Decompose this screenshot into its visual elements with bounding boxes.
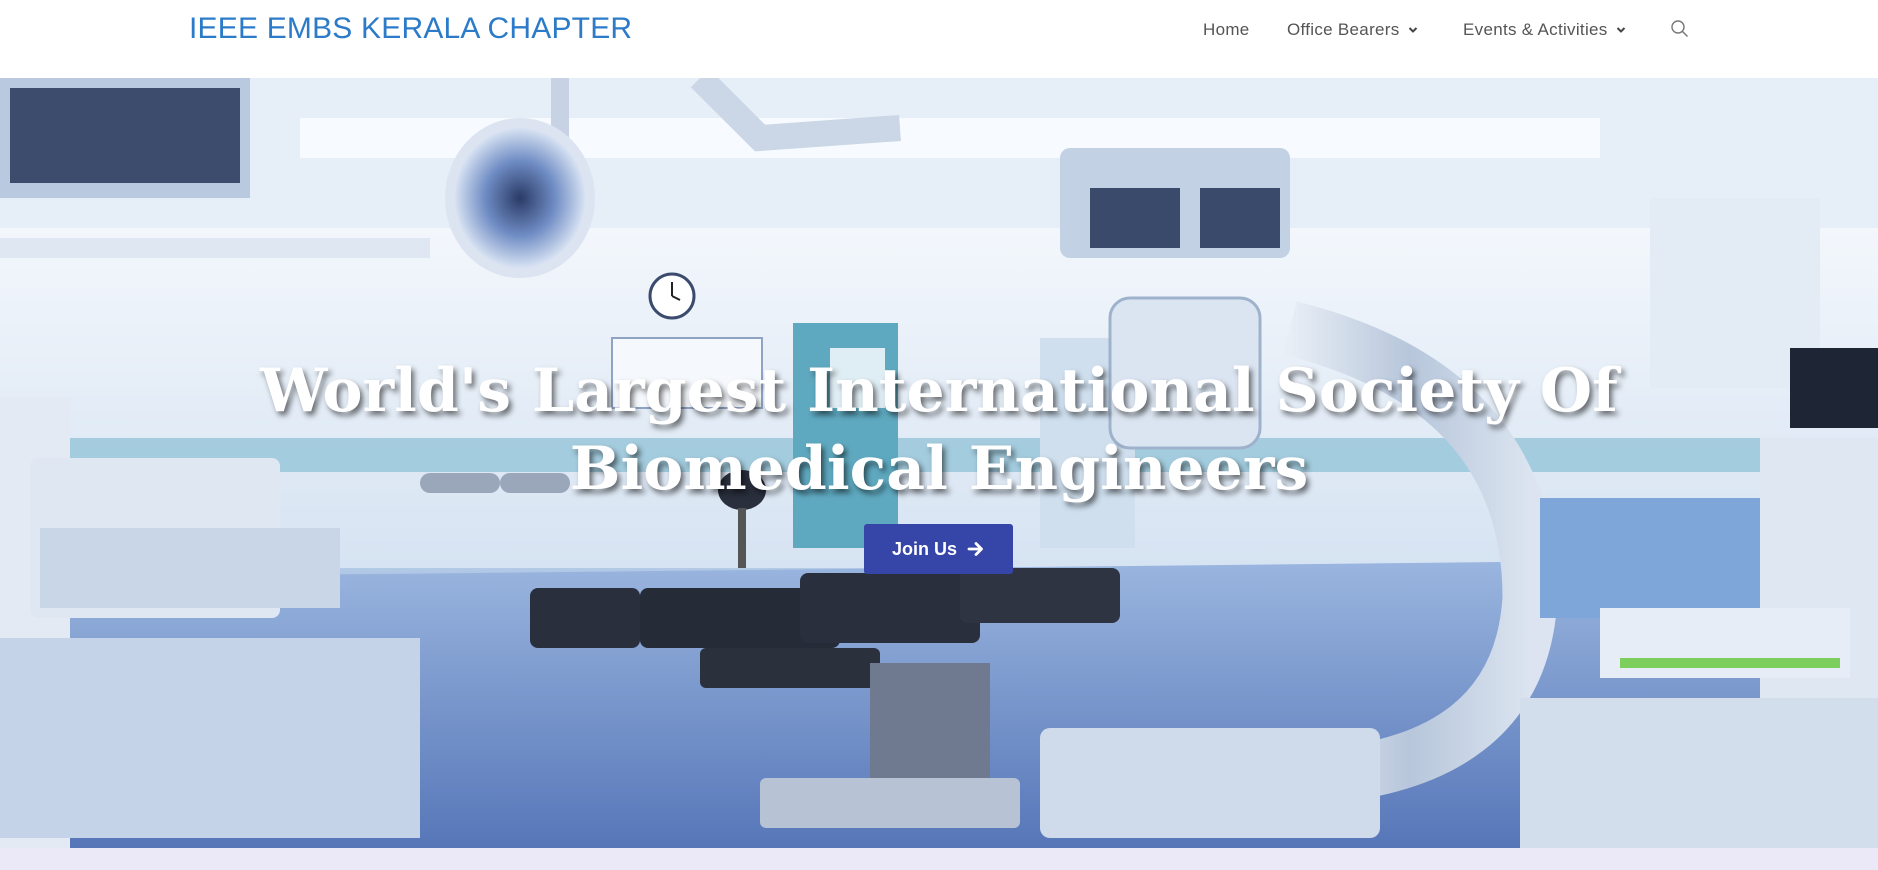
nav-office-bearers[interactable]: Office Bearers: [1287, 20, 1418, 40]
chevron-down-icon: [1408, 27, 1417, 33]
hero-title: World's Largest International Society Of…: [260, 356, 1618, 504]
nav-home[interactable]: Home: [1203, 20, 1250, 40]
nav-office-bearers-label: Office Bearers: [1287, 20, 1400, 39]
nav-events-activities[interactable]: Events & Activities: [1463, 20, 1626, 40]
arrow-right-icon: [967, 542, 983, 556]
chevron-down-icon: [1616, 27, 1625, 33]
nav-events-activities-label: Events & Activities: [1463, 20, 1608, 39]
search-icon[interactable]: [1670, 19, 1690, 39]
next-section-edge: [0, 848, 1878, 870]
hero-section: World's Largest International Society Of…: [0, 78, 1878, 848]
main-nav: Home Office Bearers Events & Activities: [0, 0, 1878, 62]
nav-home-label: Home: [1203, 20, 1250, 39]
site-header: IEEE EMBS KERALA CHAPTER Home Office Bea…: [0, 0, 1878, 78]
join-us-label: Join Us: [891, 538, 957, 559]
join-us-button[interactable]: Join Us: [864, 524, 1013, 574]
